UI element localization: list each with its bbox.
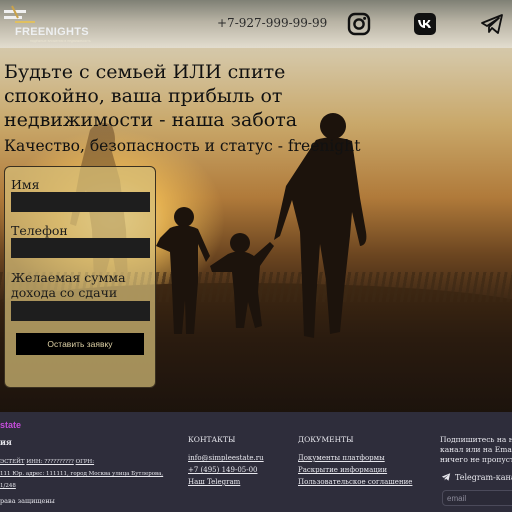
logo-mark-icon <box>4 5 35 23</box>
subscribe-email-input[interactable] <box>442 490 512 506</box>
contact-email-link[interactable]: info@simpleestate.ru <box>188 454 264 462</box>
legal-address[interactable]: 111 Юр. адрес: 111111, город Москва улиц… <box>0 471 163 477</box>
legal-address-cont[interactable]: 1/248 <box>0 483 16 489</box>
telegram-icon[interactable] <box>480 12 504 36</box>
lead-form: Имя Телефон Желаемая сумма дохода со сда… <box>4 166 156 388</box>
header-phone-link[interactable]: +7-927-999-99-99 <box>217 16 327 30</box>
hero-headline: Будьте с семьей ИЛИ спите спокойно, ваша… <box>4 61 298 131</box>
subscribe-text: Подпишитесь на н канал или на Emai ничег… <box>440 435 512 465</box>
hero-subline: Качество, безопасность и статус - freeni… <box>4 137 361 155</box>
subscribe-line-2: канал или на Emai <box>440 445 512 454</box>
instagram-icon[interactable] <box>347 12 371 36</box>
site-header: FREENIGHTS надёжные вложения в недвижимо… <box>0 0 512 48</box>
doc-agreement-link[interactable]: Пользовательское соглашение <box>298 478 412 486</box>
logo-text: FREENIGHTS <box>15 26 89 38</box>
contact-phone-link[interactable]: +7 (495) 149-05-00 <box>188 466 258 474</box>
logo[interactable]: FREENIGHTS надёжные вложения в недвижимо… <box>2 4 91 43</box>
contact-telegram-link[interactable]: Наш Telegram <box>188 478 240 486</box>
income-input[interactable] <box>11 301 150 321</box>
legal-inn[interactable]: ИНН: ?????????? <box>26 459 73 465</box>
phone-input[interactable] <box>11 238 150 258</box>
footer-brand-sub: ия <box>0 437 12 447</box>
site-footer: state ия ЭСТЕЙТ ИНН: ?????????? ОГРН: 11… <box>0 412 512 512</box>
doc-platform-link[interactable]: Документы платформы <box>298 454 385 462</box>
footer-brand: state <box>0 420 22 430</box>
vk-icon[interactable] <box>413 12 437 36</box>
telegram-channel-link[interactable]: Telegram-канал <box>441 472 512 482</box>
subscribe-line-3: ничего не пропуст <box>440 455 512 464</box>
logo-tagline: надёжные вложения в недвижимость <box>30 39 91 43</box>
subscribe-line-1: Подпишитесь на н <box>440 435 512 444</box>
legal-ogrn[interactable]: ОГРН: <box>76 459 95 465</box>
contacts-title: КОНТАКТЫ <box>188 435 236 444</box>
telegram-small-icon <box>441 473 451 481</box>
documents-title: ДОКУМЕНТЫ <box>298 435 354 444</box>
legal-company[interactable]: ЭСТЕЙТ <box>0 459 25 465</box>
name-input[interactable] <box>11 192 150 212</box>
copyright: рава защищены <box>0 497 55 505</box>
telegram-channel-label: Telegram-канал <box>455 473 512 482</box>
submit-request-button[interactable]: Оставить заявку <box>16 333 144 355</box>
doc-disclosure-link[interactable]: Раскрытие информации <box>298 466 387 474</box>
phone-label: Телефон <box>11 223 68 238</box>
name-label: Имя <box>11 177 40 192</box>
legal-info: ЭСТЕЙТ ИНН: ?????????? ОГРН: 111 Юр. адр… <box>0 456 163 492</box>
